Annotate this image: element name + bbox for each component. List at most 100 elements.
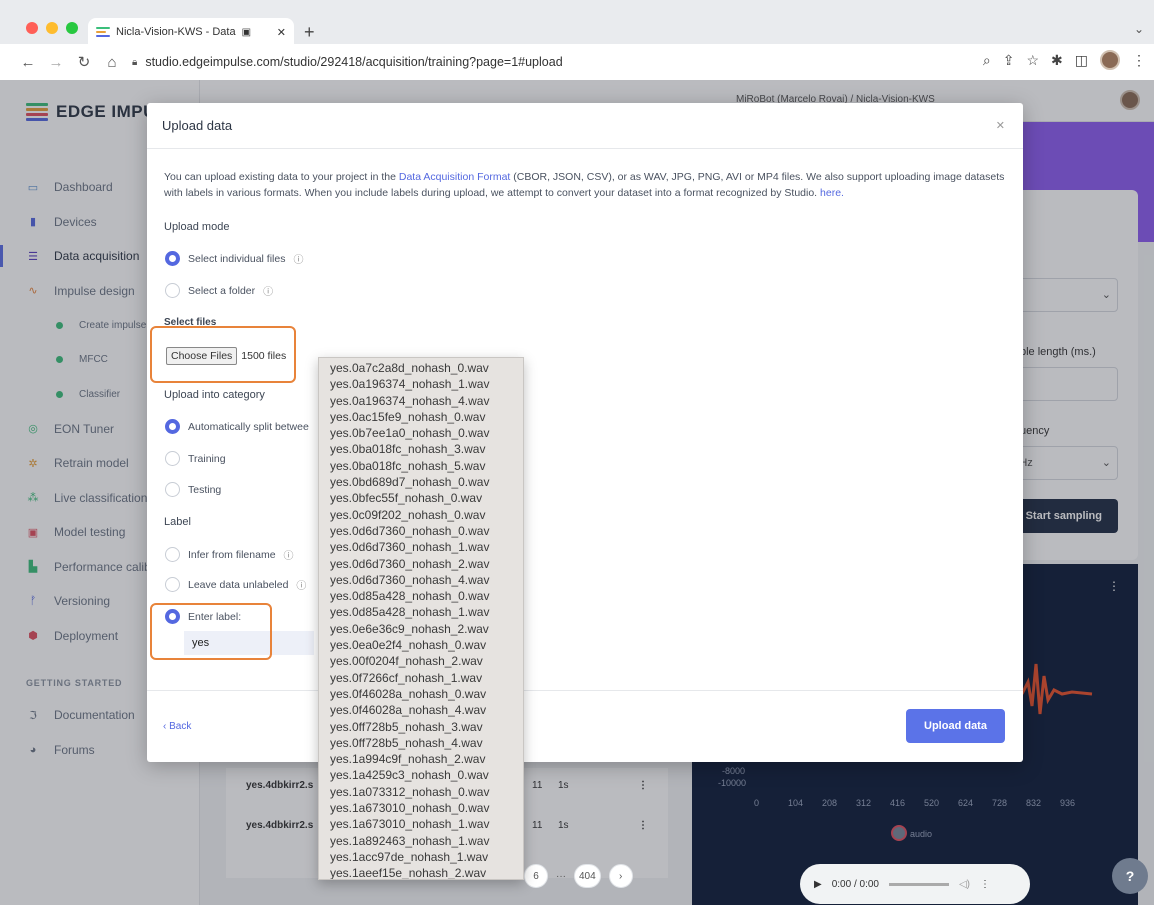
maximize-window-button[interactable] bbox=[66, 22, 78, 34]
address-bar[interactable]: 🔒︎ studio.edgeimpulse.com/studio/292418/… bbox=[132, 50, 992, 74]
file-list-item: yes.1a673010_nohash_0.wav bbox=[330, 801, 490, 816]
file-list-item: yes.0f7266cf_nohash_1.wav bbox=[330, 670, 483, 685]
navigation-bar: ← → ↻ ⌂ 🔒︎ studio.edgeimpulse.com/studio… bbox=[0, 44, 1154, 80]
highlight-enter-label bbox=[150, 603, 272, 660]
file-list-item: yes.0d6d7360_nohash_2.wav bbox=[330, 556, 490, 571]
here-link[interactable]: here. bbox=[820, 187, 844, 199]
radio-testing[interactable]: Testing bbox=[165, 482, 221, 497]
radio-auto-split[interactable]: Automatically split betwee bbox=[165, 419, 309, 434]
file-list-item: yes.0ac15fe9_nohash_0.wav bbox=[330, 409, 486, 424]
file-list-item: yes.0ba018fc_nohash_5.wav bbox=[330, 458, 486, 473]
radio-training[interactable]: Training bbox=[165, 451, 226, 466]
edge-impulse-favicon-icon bbox=[96, 27, 110, 37]
selected-files-tooltip: yes.0a7c2a8d_nohash_0.wav yes.0a196374_no… bbox=[318, 357, 524, 880]
audio-player: ▶ 0:00 / 0:00 ◁) ⋮ bbox=[800, 864, 1030, 904]
file-list-item: yes.1a073312_nohash_0.wav bbox=[330, 784, 490, 799]
minimize-window-button[interactable] bbox=[46, 22, 58, 34]
radio-leave-unlabeled[interactable]: Leave data unlabeled ⓘ bbox=[165, 577, 306, 592]
modal-title: Upload data bbox=[147, 103, 1023, 149]
page-ellipsis: ··· bbox=[556, 870, 566, 882]
browser-tab[interactable]: Nicla-Vision-KWS - Data ▣ ✕ bbox=[88, 18, 294, 46]
sidepanel-icon[interactable]: ◫ bbox=[1075, 52, 1088, 69]
radio-label: Automatically split betwee bbox=[188, 420, 309, 433]
zoom-icon[interactable]: ⌕ bbox=[983, 52, 991, 69]
page-404-button[interactable]: 404 bbox=[574, 864, 601, 888]
file-list-item: yes.0ff728b5_nohash_4.wav bbox=[330, 735, 483, 750]
play-icon[interactable]: ▶ bbox=[814, 879, 822, 890]
file-list-item: yes.0a196374_nohash_4.wav bbox=[330, 393, 490, 408]
back-label: Back bbox=[169, 721, 192, 732]
radio-label: Infer from filename bbox=[188, 548, 276, 561]
help-circle-icon[interactable]: ⓘ bbox=[263, 283, 273, 298]
browser-chrome: Nicla-Vision-KWS - Data ▣ ✕ + ⌄ ← → ↻ ⌂ … bbox=[0, 0, 1154, 80]
radio-select-files[interactable]: Select individual files ⓘ bbox=[165, 251, 303, 266]
file-list-item: yes.1a673010_nohash_1.wav bbox=[330, 817, 490, 832]
upload-data-button[interactable]: Upload data bbox=[906, 709, 1005, 743]
file-list-item: yes.0e6e36c9_nohash_2.wav bbox=[330, 621, 489, 636]
audio-progress-slider[interactable] bbox=[888, 882, 949, 886]
file-list-item: yes.0d6d7360_nohash_1.wav bbox=[330, 540, 490, 555]
highlight-choose-files bbox=[150, 326, 296, 383]
file-list-item: yes.1acc97de_nohash_1.wav bbox=[330, 849, 489, 864]
data-acquisition-format-link[interactable]: Data Acquisition Format bbox=[399, 171, 510, 183]
home-icon[interactable]: ⌂ bbox=[98, 54, 126, 71]
tab-close-icon[interactable]: ✕ bbox=[277, 26, 286, 39]
page-6-button[interactable]: 6 bbox=[524, 864, 548, 888]
help-circle-icon[interactable]: ⓘ bbox=[296, 577, 306, 592]
modal-close-icon[interactable]: ✕ bbox=[996, 119, 1005, 132]
file-list-item: yes.0bd689d7_nohash_0.wav bbox=[330, 475, 490, 490]
close-window-button[interactable] bbox=[26, 22, 38, 34]
radio-checked bbox=[165, 251, 180, 266]
radio-label: Leave data unlabeled bbox=[188, 578, 289, 591]
file-list-item: yes.0d85a428_nohash_1.wav bbox=[330, 605, 490, 620]
share-icon[interactable]: ⇪ bbox=[1003, 52, 1015, 69]
file-list-item: yes.0a196374_nohash_1.wav bbox=[330, 377, 490, 392]
bookmark-star-icon[interactable]: ☆ bbox=[1026, 52, 1039, 69]
tab-title: Nicla-Vision-KWS - Data bbox=[116, 26, 236, 38]
lock-icon: 🔒︎ bbox=[132, 56, 138, 68]
back-arrow-icon[interactable]: ← bbox=[14, 54, 42, 71]
reload-icon[interactable]: ↻ bbox=[70, 53, 98, 71]
radio-unchecked bbox=[165, 482, 180, 497]
next-page-chevron-icon[interactable]: › bbox=[608, 864, 633, 888]
player-time: 0:00 / 0:00 bbox=[831, 878, 879, 890]
radio-unchecked bbox=[165, 451, 180, 466]
file-list-item: yes.00f0204f_nohash_2.wav bbox=[330, 654, 483, 669]
file-list-item: yes.0bfec55f_nohash_0.wav bbox=[330, 491, 483, 506]
extensions-icon[interactable]: ✱ bbox=[1051, 52, 1063, 69]
category-heading: Upload into category bbox=[164, 389, 265, 401]
intro-text: You can upload existing data to your pro… bbox=[164, 171, 399, 183]
volume-icon[interactable]: ◁) bbox=[959, 879, 970, 890]
radio-unchecked bbox=[165, 577, 180, 592]
file-list-item: yes.0d85a428_nohash_0.wav bbox=[330, 589, 490, 604]
file-list-item: yes.1a4259c3_nohash_0.wav bbox=[330, 768, 489, 783]
label-heading: Label bbox=[164, 516, 191, 528]
file-list-item: yes.0ba018fc_nohash_3.wav bbox=[330, 442, 486, 457]
file-list-item: yes.0ea0e2f4_nohash_0.wav bbox=[330, 638, 487, 653]
help-circle-icon[interactable]: ⓘ bbox=[293, 251, 303, 266]
file-list-item: yes.0ff728b5_nohash_3.wav bbox=[330, 719, 483, 734]
radio-unchecked bbox=[165, 283, 180, 298]
radio-checked bbox=[165, 419, 180, 434]
radio-select-folder[interactable]: Select a folder ⓘ bbox=[165, 283, 273, 298]
pagination: 6 ··· 404 › bbox=[524, 864, 633, 888]
player-menu-icon[interactable]: ⋮ bbox=[980, 879, 990, 890]
new-tab-button[interactable]: + bbox=[304, 22, 315, 43]
back-link[interactable]: ‹ Back bbox=[163, 721, 191, 732]
help-button[interactable]: ? bbox=[1112, 858, 1148, 894]
file-list-item: yes.0f46028a_nohash_0.wav bbox=[330, 686, 487, 701]
radio-infer-label[interactable]: Infer from filename ⓘ bbox=[165, 547, 294, 562]
help-circle-icon[interactable]: ⓘ bbox=[284, 547, 294, 562]
file-list-item: yes.1aeef15e_nohash_2.wav bbox=[330, 866, 487, 880]
tab-list-chevron-icon[interactable]: ⌄ bbox=[1134, 22, 1144, 36]
radio-label: Select a folder bbox=[188, 284, 256, 297]
file-list-item: yes.0c09f202_nohash_0.wav bbox=[330, 507, 486, 522]
radio-unchecked bbox=[165, 547, 180, 562]
radio-label: Testing bbox=[188, 483, 222, 496]
profile-avatar[interactable] bbox=[1100, 50, 1120, 70]
radio-label: Training bbox=[188, 452, 226, 465]
modal-footer: ‹ Back Upload data bbox=[147, 690, 1023, 762]
forward-arrow-icon[interactable]: → bbox=[42, 54, 70, 71]
url-text: studio.edgeimpulse.com/studio/292418/acq… bbox=[145, 55, 563, 69]
menu-kebab-icon[interactable]: ⋮ bbox=[1132, 52, 1146, 69]
